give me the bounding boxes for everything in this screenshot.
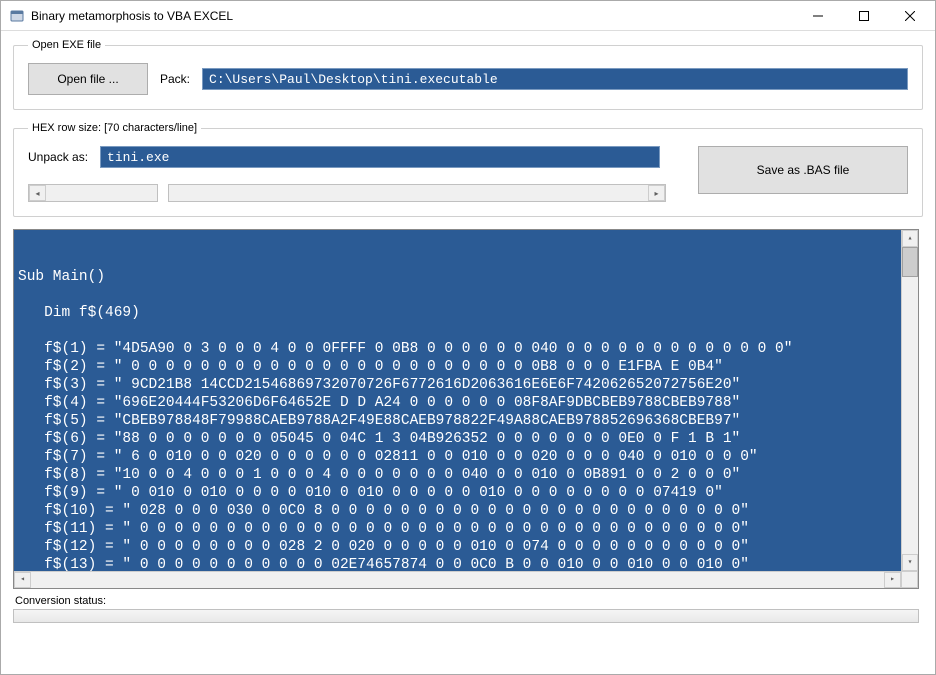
app-icon <box>9 8 25 24</box>
conversion-status-bar <box>13 609 919 623</box>
save-bas-button-label: Save as .BAS file <box>757 163 850 177</box>
code-output[interactable]: Sub Main() Dim f$(469) f$(1) = "4D5A90 0… <box>13 229 919 589</box>
content: Open EXE file Open file ... Pack: C:\Use… <box>1 31 935 629</box>
scroll-up-icon[interactable]: ▴ <box>902 230 918 247</box>
close-button[interactable] <box>887 1 933 30</box>
scroll-track[interactable] <box>46 185 157 201</box>
scroll-track[interactable] <box>169 185 648 201</box>
code-text: Sub Main() Dim f$(469) f$(1) = "4D5A90 0… <box>14 266 918 589</box>
scroll-corner <box>901 571 918 588</box>
scroll-left-icon[interactable]: ◂ <box>14 572 31 588</box>
unpack-as-label: Unpack as: <box>28 150 88 164</box>
scroll-track[interactable] <box>31 572 884 588</box>
titlebar: Binary metamorphosis to VBA EXCEL <box>1 1 935 31</box>
scroll-thumb[interactable] <box>902 247 918 277</box>
conversion-status-label: Conversion status: <box>15 595 923 607</box>
open-exe-legend: Open EXE file <box>28 39 105 51</box>
unpack-as-field[interactable]: tini.exe <box>100 146 660 168</box>
pack-path-field[interactable]: C:\Users\Paul\Desktop\tini.executable <box>202 68 908 90</box>
open-file-button-label: Open file ... <box>57 72 118 86</box>
horizontal-scrollbar[interactable]: ◂ ▸ <box>14 571 901 588</box>
hex-row-size-legend: HEX row size: [70 characters/line] <box>28 122 201 134</box>
hscroll-small[interactable]: ◂ <box>28 184 158 202</box>
minimize-button[interactable] <box>795 1 841 30</box>
scroll-right-icon[interactable]: ▸ <box>884 572 901 588</box>
open-file-button[interactable]: Open file ... <box>28 63 148 95</box>
window-controls <box>795 1 933 30</box>
pack-label: Pack: <box>160 72 190 86</box>
save-bas-button[interactable]: Save as .BAS file <box>698 146 908 194</box>
scroll-track[interactable] <box>902 247 918 554</box>
scroll-left-icon[interactable]: ◂ <box>29 185 46 201</box>
maximize-button[interactable] <box>841 1 887 30</box>
hscroll-large[interactable]: ▸ <box>168 184 666 202</box>
scroll-down-icon[interactable]: ▾ <box>902 554 918 571</box>
hex-row-size-group: HEX row size: [70 characters/line] Unpac… <box>13 122 923 217</box>
open-exe-group: Open EXE file Open file ... Pack: C:\Use… <box>13 39 923 110</box>
vertical-scrollbar[interactable]: ▴ ▾ <box>901 230 918 571</box>
scroll-right-icon[interactable]: ▸ <box>648 185 665 201</box>
window-title: Binary metamorphosis to VBA EXCEL <box>31 9 795 23</box>
